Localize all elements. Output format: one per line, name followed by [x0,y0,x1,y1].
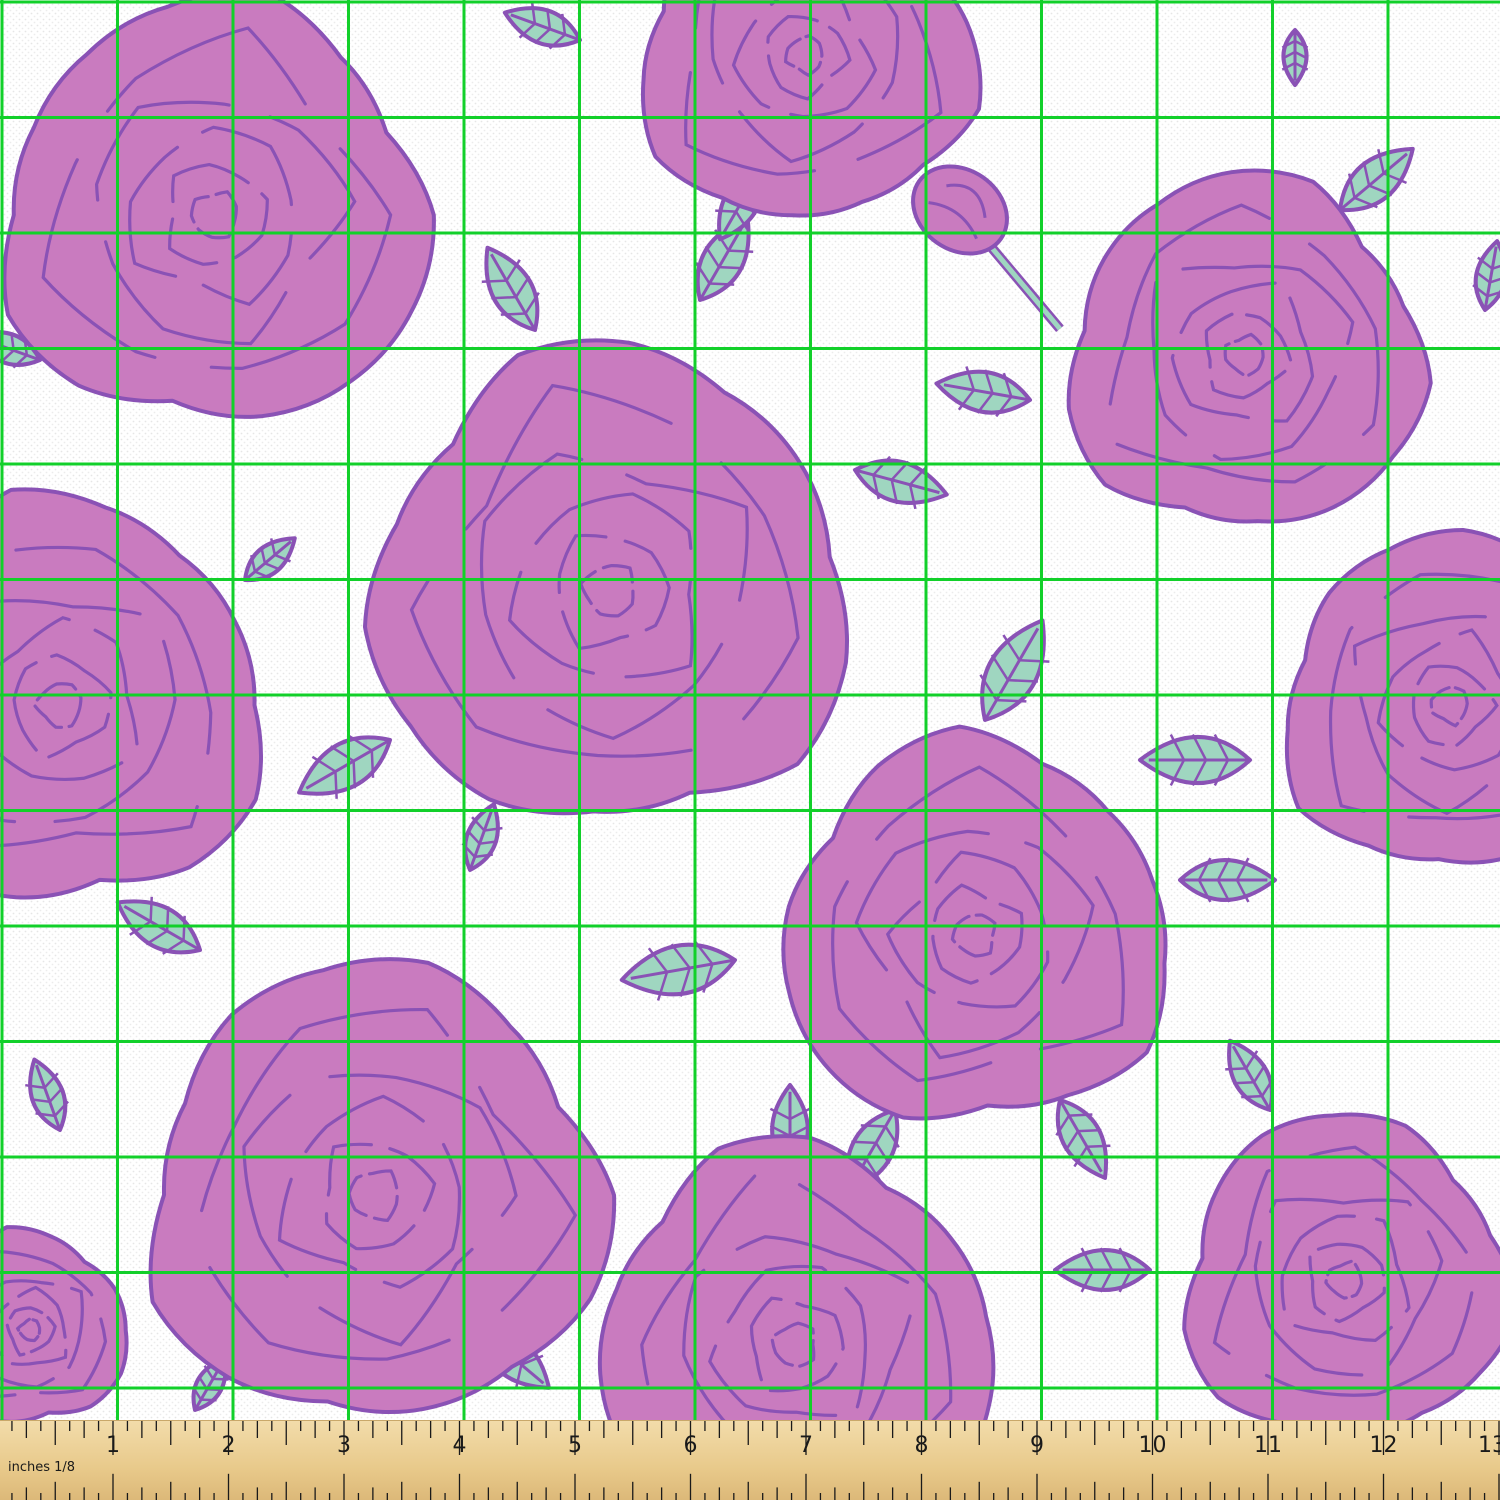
rose-pattern-canvas [0,0,1500,1420]
ruler-number: 13 [1478,1433,1500,1458]
ruler-number: 5 [568,1433,582,1458]
ruler-number: 6 [684,1433,698,1458]
measuring-ruler: 1 2 3 4 5 6 7 8 9 10 11 12 13 inches 1/8 [0,1420,1500,1500]
ruler-number: 12 [1370,1433,1398,1458]
ruler-number: 2 [222,1433,236,1458]
ruler-number: 7 [799,1433,813,1458]
ruler-number: 11 [1254,1433,1282,1458]
ruler-number: 1 [106,1433,120,1458]
ruler-number: 10 [1139,1433,1167,1458]
ruler-number: 3 [337,1433,351,1458]
ruler-scale: 1 2 3 4 5 6 7 8 9 10 11 12 13 inches 1/8 [8,1421,1500,1500]
ruler-number: 4 [453,1433,467,1458]
ruler-unit-label: inches 1/8 [8,1460,75,1475]
fabric-swatch: 1 2 3 4 5 6 7 8 9 10 11 12 13 inches 1/8 [0,0,1500,1500]
rose-print-fabric [0,0,1500,1420]
ruler-number: 8 [915,1433,929,1458]
ruler-number: 9 [1030,1433,1044,1458]
